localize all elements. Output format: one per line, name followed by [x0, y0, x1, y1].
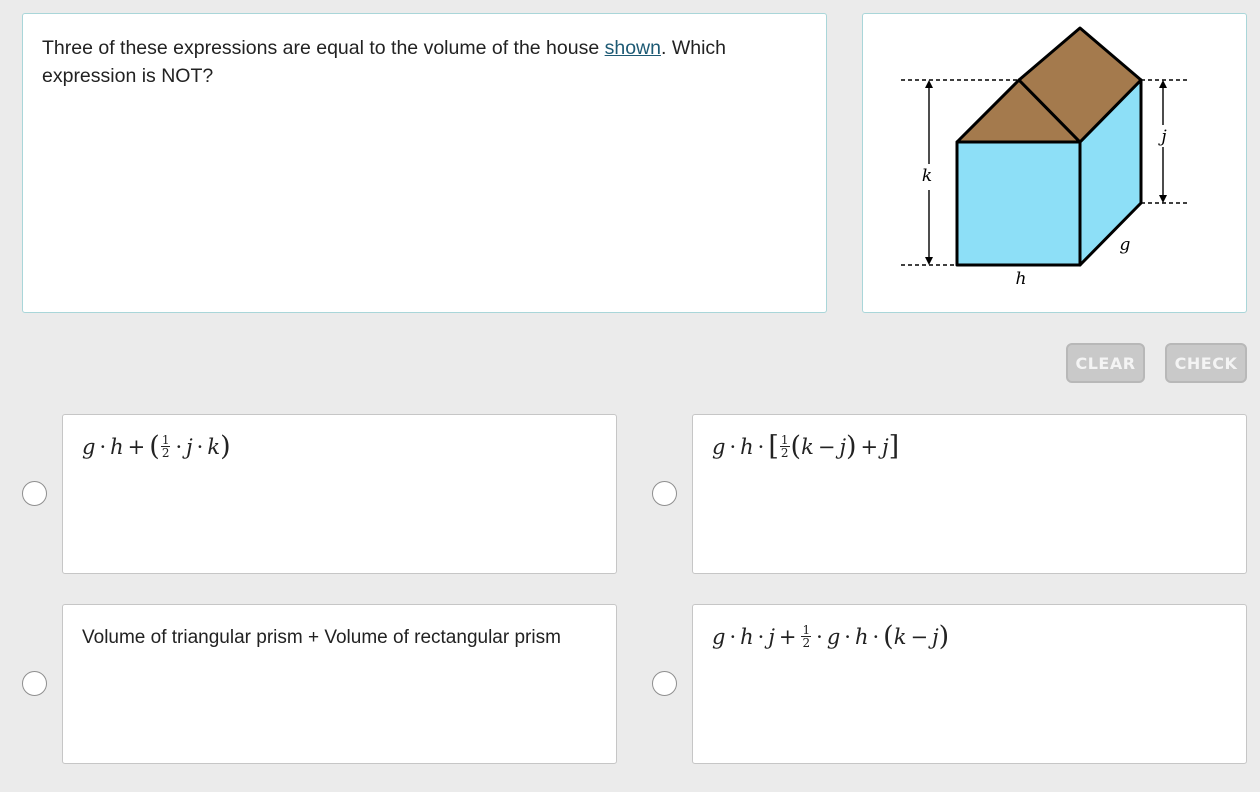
option-b-radio[interactable]	[652, 481, 677, 506]
option-c-text: Volume of triangular prism + Volume of r…	[82, 627, 561, 648]
math-var: h	[740, 434, 754, 459]
math-var: h	[740, 624, 754, 649]
math-op: +	[127, 434, 146, 459]
math-op: ·	[844, 624, 851, 649]
option-d-card[interactable]: g · h · j + 12 · g · h · ( k − j )	[692, 604, 1247, 764]
math-fraction: 12	[801, 624, 812, 650]
question-text-part: Three of these expressions are equal to …	[42, 37, 605, 59]
fraction-denominator: 2	[161, 446, 170, 460]
option-a-radio[interactable]	[22, 481, 47, 506]
math-op: ·	[196, 434, 204, 459]
option-b-card[interactable]: g · h · [ 12 ( k − j ) + j ]	[692, 414, 1247, 574]
figure-panel: k j g h	[862, 13, 1247, 313]
math-bracket: [	[768, 431, 779, 462]
shown-link[interactable]: shown	[605, 37, 661, 59]
math-paren: (	[790, 431, 802, 462]
clear-button[interactable]: CLEAR	[1066, 343, 1145, 383]
math-paren: )	[845, 431, 857, 462]
math-paren: (	[149, 431, 160, 462]
math-op: −	[817, 434, 836, 459]
fraction-denominator: 2	[802, 636, 811, 650]
math-var: g	[826, 624, 841, 649]
math-op: +	[860, 434, 879, 459]
option-c-card[interactable]: Volume of triangular prism + Volume of r…	[62, 604, 617, 764]
math-var: g	[712, 624, 726, 649]
math-var: g	[82, 434, 96, 459]
math-bracket: ]	[888, 431, 900, 462]
option-a-expression: g · h + ( 12 · j · k )	[82, 433, 231, 460]
option-b-expression: g · h · [ 12 ( k − j ) + j ]	[712, 433, 899, 460]
k-label: k	[922, 166, 932, 186]
math-op: ·	[816, 624, 823, 649]
h-label: h	[1016, 269, 1027, 289]
math-var: h	[110, 434, 124, 459]
math-paren: (	[883, 621, 894, 652]
math-fraction: 12	[779, 434, 790, 460]
math-op: ·	[729, 624, 737, 649]
question-text: Three of these expressions are equal to …	[42, 34, 766, 90]
front-wall	[955, 140, 1082, 267]
math-paren: )	[220, 431, 231, 462]
math-op: −	[910, 624, 929, 649]
math-op: ·	[757, 434, 765, 459]
math-var: k	[207, 434, 221, 459]
fraction-denominator: 2	[780, 446, 789, 460]
math-paren: )	[938, 621, 950, 652]
math-var: k	[801, 434, 814, 459]
g-label: g	[1120, 235, 1131, 255]
math-var: k	[893, 624, 907, 649]
option-d-radio[interactable]	[652, 671, 677, 696]
option-c-radio[interactable]	[22, 671, 47, 696]
option-a-card[interactable]: g · h + ( 12 · j · k )	[62, 414, 617, 574]
check-button[interactable]: CHECK	[1165, 343, 1247, 383]
math-var: h	[854, 624, 869, 649]
math-op: ·	[175, 434, 183, 459]
math-op: ·	[872, 624, 880, 649]
j-label: j	[1157, 127, 1167, 147]
math-var: g	[712, 434, 726, 459]
math-op: +	[778, 624, 797, 649]
math-op: ·	[729, 434, 737, 459]
house-figure: k j g h	[901, 26, 1190, 289]
question-panel: Three of these expressions are equal to …	[22, 13, 827, 313]
math-op: ·	[99, 434, 107, 459]
option-d-expression: g · h · j + 12 · g · h · ( k − j )	[712, 623, 949, 650]
math-fraction: 12	[160, 434, 171, 460]
math-var: j	[768, 624, 775, 649]
math-op: ·	[757, 624, 765, 649]
math-var: j	[186, 434, 193, 459]
